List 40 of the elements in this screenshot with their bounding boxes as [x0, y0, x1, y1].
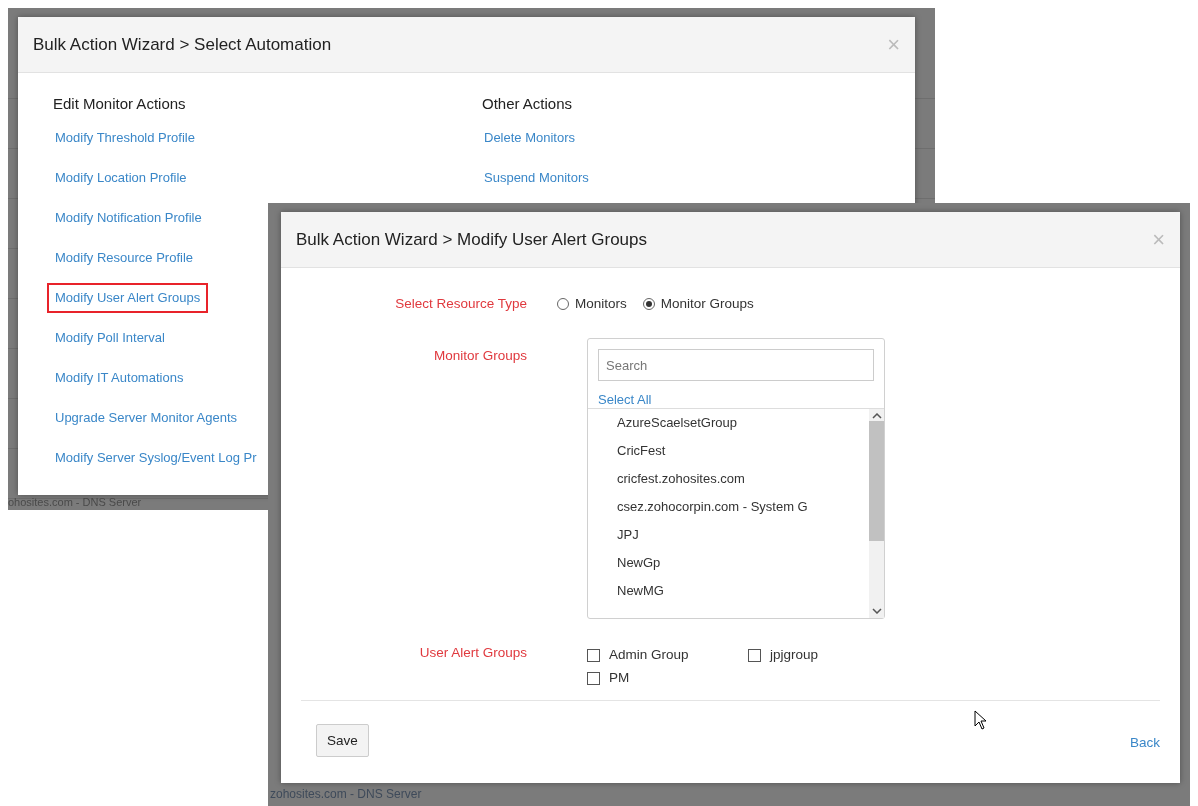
checkbox[interactable] — [587, 671, 600, 685]
dialog-title: Bulk Action Wizard > Select Automation — [33, 34, 332, 55]
action-link[interactable]: Suspend Monitors — [476, 163, 597, 193]
dialog-title: Bulk Action Wizard > Modify User Alert Groups — [296, 229, 647, 250]
radio-option[interactable]: Monitor Groups — [642, 296, 754, 312]
action-link[interactable]: Modify Notification Profile — [47, 203, 210, 233]
scrollbar[interactable] — [869, 409, 884, 618]
radio-option[interactable]: Monitors — [557, 296, 627, 312]
save-button[interactable]: Save — [316, 723, 369, 757]
field-label: Monitor Groups — [432, 348, 528, 364]
back-link[interactable]: Back — [1130, 734, 1160, 750]
action-link[interactable]: Modify Poll Interval — [47, 323, 173, 353]
search-field[interactable]: Search — [598, 349, 874, 381]
action-link[interactable]: Modify Server Syslog/Event Log Pr — [47, 443, 265, 473]
checkbox-option[interactable]: jpjgroup — [748, 647, 868, 663]
action-link[interactable]: Modify Threshold Profile — [47, 123, 203, 153]
background-text: zohosites.com - DNS Server — [270, 787, 422, 801]
checkbox-option[interactable]: PM — [587, 670, 748, 686]
section-heading: Edit Monitor Actions — [53, 95, 186, 114]
mouse-pointer-icon — [974, 710, 988, 730]
list-item[interactable]: CricFest — [617, 443, 869, 471]
list-item[interactable]: NewMG — [617, 583, 869, 611]
select-all-link[interactable]: Select All — [598, 392, 652, 407]
list-item[interactable]: JPJ — [617, 527, 869, 555]
field-label: Select Resource Type — [394, 296, 528, 312]
list-item[interactable]: cricfest.zohosites.com — [617, 471, 869, 499]
checkbox[interactable] — [748, 648, 761, 662]
list-item[interactable]: AzureScaelsetGroup — [617, 415, 869, 443]
field-label: User Alert Groups — [418, 645, 528, 661]
checkbox-option[interactable]: Admin Group — [587, 647, 748, 663]
section-heading: Other Actions — [482, 95, 573, 114]
action-link[interactable]: Modify User Alert Groups — [47, 283, 209, 313]
action-link[interactable]: Modify Location Profile — [47, 163, 195, 193]
action-link[interactable]: Modify Resource Profile — [47, 243, 201, 273]
list-item[interactable]: NewGp — [617, 555, 869, 583]
list-item[interactable]: csez.zohocorpin.com - System G — [617, 499, 869, 527]
checkbox[interactable] — [587, 648, 600, 662]
action-link[interactable]: Upgrade Server Monitor Agents — [47, 403, 246, 433]
action-link[interactable]: Modify IT Automations — [47, 363, 192, 393]
action-link[interactable]: Delete Monitors — [476, 123, 584, 153]
